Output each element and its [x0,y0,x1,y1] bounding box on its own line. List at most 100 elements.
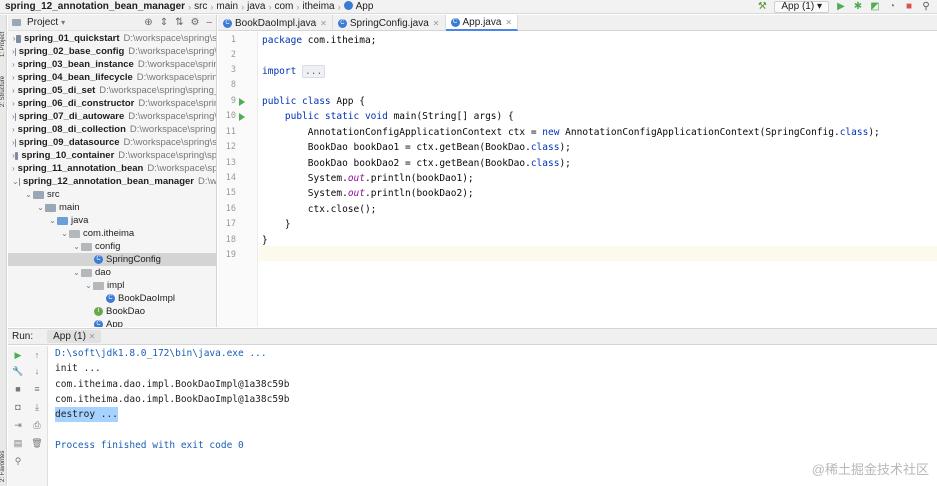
pin-icon[interactable]: ⚲ [12,456,24,467]
run-config-select[interactable]: App (1) ▾ [774,1,829,13]
soft-wrap-icon[interactable]: ≡ [31,384,43,394]
rerun-icon[interactable]: ▶ [12,350,24,361]
breadcrumb-src[interactable]: src [191,1,210,12]
tab-springconfig[interactable]: C SpringConfig.java ✕ [333,15,446,31]
tree-item-app[interactable]: C App [8,318,216,327]
chevron-right-icon[interactable]: › [12,60,15,69]
run-gutter-icon[interactable] [239,113,245,121]
tab-bookdaoimpl[interactable]: C BookDaoImpl.java ✕ [218,15,333,31]
tab-app[interactable]: C App.java ✕ [445,15,519,31]
code-line: } [262,233,268,248]
module-item[interactable]: › spring_08_di_collection D:\workspace\spr… [8,123,216,136]
module-item[interactable]: › spring_07_di_autoware D:\workspace\sprin… [8,110,216,123]
module-item[interactable]: › spring_06_di_constructor D:\workspace\sp… [8,97,216,110]
profile-icon[interactable]: ◔ [887,2,897,12]
class-icon: C [337,18,347,28]
breadcrumb-main[interactable]: main [213,1,241,12]
tree-item-impl[interactable]: ⌄ impl [8,279,216,292]
gear-icon[interactable]: ⚙ [190,17,199,28]
collapse-icon[interactable]: ⇕ [160,17,168,28]
options-icon[interactable]: ⇅ [175,17,183,28]
run-toolbar: ▶ ↑ 🔧 ↓ ■ ≡ ◘ ⤓ ⇥ ⎙ ▤ 🗑 ⚲ [8,346,48,486]
breadcrumb-app[interactable]: App [341,1,377,12]
tree-item-config[interactable]: ⌄ config [8,240,216,253]
code-line: import ... [262,64,326,79]
chevron-right-icon[interactable]: › [12,86,15,95]
tree-item-bookdao[interactable]: I BookDao [8,305,216,318]
hammer-icon[interactable]: ⚒ [757,2,767,12]
chevron-down-icon[interactable]: ⌄ [12,177,19,186]
chevron-down-icon[interactable]: ⌄ [60,229,69,238]
locate-icon[interactable]: ⊕ [144,17,152,28]
module-item[interactable]: › spring_01_quickstart D:\workspace\spring… [8,32,216,45]
code-editor[interactable]: package com.itheima; import ... public c… [259,32,937,327]
tree-item-java[interactable]: ⌄ java [8,214,216,227]
module-path: D:\workspace\spring\sp [118,150,217,161]
chevron-right-icon[interactable]: › [12,73,15,82]
chevron-right-icon[interactable]: › [12,125,15,134]
module-item[interactable]: › spring_02_base_config D:\workspace\sprin… [8,45,216,58]
run-tab-app[interactable]: App (1) ✕ [47,330,102,343]
run-icon[interactable]: ▶ [836,2,846,12]
chevron-down-icon[interactable]: ⌄ [36,203,45,212]
close-icon[interactable]: ✕ [89,332,96,341]
stop-icon[interactable]: ■ [12,384,24,394]
module-item[interactable]: › spring_03_bean_instance D:\workspace\spr… [8,58,216,71]
chevron-down-icon[interactable]: ⌄ [72,242,81,251]
module-item[interactable]: › spring_04_bean_lifecycle D:\workspace\sp… [8,71,216,84]
line-number: 10 [225,111,236,121]
code-text: BookDao bookDao2 = ctx.getBean(BookDao. [307,158,531,169]
tree-item-src[interactable]: ⌄ src [8,188,216,201]
tree-item-package[interactable]: ⌄ com.itheima [8,227,216,240]
exit-icon[interactable]: ⇥ [12,420,24,431]
module-item[interactable]: › spring_09_datasource D:\workspace\spring… [8,136,216,149]
arrow-up-icon[interactable]: ↑ [31,350,43,360]
tree-item-springconfig[interactable]: C SpringConfig [8,253,216,266]
wrench-icon[interactable]: 🔧 [12,366,24,377]
favorites-tool-tab[interactable]: 2: Favorites [0,451,6,482]
arrow-down-icon[interactable]: ↓ [31,366,43,376]
coverage-icon[interactable]: ◩ [870,2,880,12]
chevron-down-icon[interactable]: ⌄ [72,268,81,277]
debug-icon[interactable]: ✱ [853,2,863,12]
scroll-end-icon[interactable]: ⤓ [31,402,43,413]
breadcrumb-com[interactable]: com [271,1,296,12]
chevron-down-icon[interactable]: ⌄ [48,216,57,225]
module-item[interactable]: › spring_10_container D:\workspace\spring\… [8,149,217,162]
breadcrumb-project[interactable]: spring_12_annotation_bean_manager [2,1,188,12]
project-panel-title[interactable]: Project [27,17,58,28]
stop-icon[interactable]: ■ [904,2,914,12]
tree-item-dao[interactable]: ⌄ dao [8,266,216,279]
folded-imports[interactable]: ... [302,65,326,78]
module-item[interactable]: › spring_11_annotation_bean D:\workspace\s… [8,162,216,175]
close-icon[interactable]: ✕ [505,18,512,27]
search-icon[interactable]: ⚲ [921,2,931,12]
structure-tool-tab[interactable]: 2: Structure [0,76,6,107]
layout-icon[interactable]: ▤ [12,438,24,449]
print-icon[interactable]: ⎙ [31,420,43,431]
tree-item-bookdaoimpl[interactable]: C BookDaoImpl [8,292,216,305]
line-number: 13 [225,158,236,168]
tree-item-main[interactable]: ⌄ main [8,201,216,214]
module-item[interactable]: › spring_05_di_set D:\workspace\spring\spr… [8,84,216,97]
chevron-right-icon[interactable]: › [12,164,15,173]
trash-icon[interactable]: 🗑 [31,438,43,449]
module-item[interactable]: ⌄ spring_12_annotation_bean_manager D:\w [8,175,216,188]
chevron-right-icon[interactable]: › [12,99,15,108]
chevron-down-icon[interactable]: ⌄ [24,190,33,199]
package-icon [69,229,80,238]
line-number: 11 [225,127,236,137]
hide-icon[interactable]: – [206,17,212,28]
run-gutter-icon[interactable] [239,98,245,106]
chevron-down-icon[interactable]: ⌄ [84,281,93,290]
breadcrumb-itheima[interactable]: itheima [299,1,337,12]
tree-item-label: SpringConfig [106,254,161,265]
close-icon[interactable]: ✕ [433,19,440,28]
close-icon[interactable]: ✕ [320,19,327,28]
breadcrumb-java[interactable]: java [244,1,268,12]
camera-icon[interactable]: ◘ [12,402,24,412]
chevron-down-icon[interactable]: ▾ [61,18,65,27]
tree-item-label: impl [107,280,125,291]
console-output[interactable]: D:\soft\jdk1.8.0_172\bin\java.exe ... in… [49,346,937,486]
project-tool-tab[interactable]: 1: Project [0,32,6,57]
